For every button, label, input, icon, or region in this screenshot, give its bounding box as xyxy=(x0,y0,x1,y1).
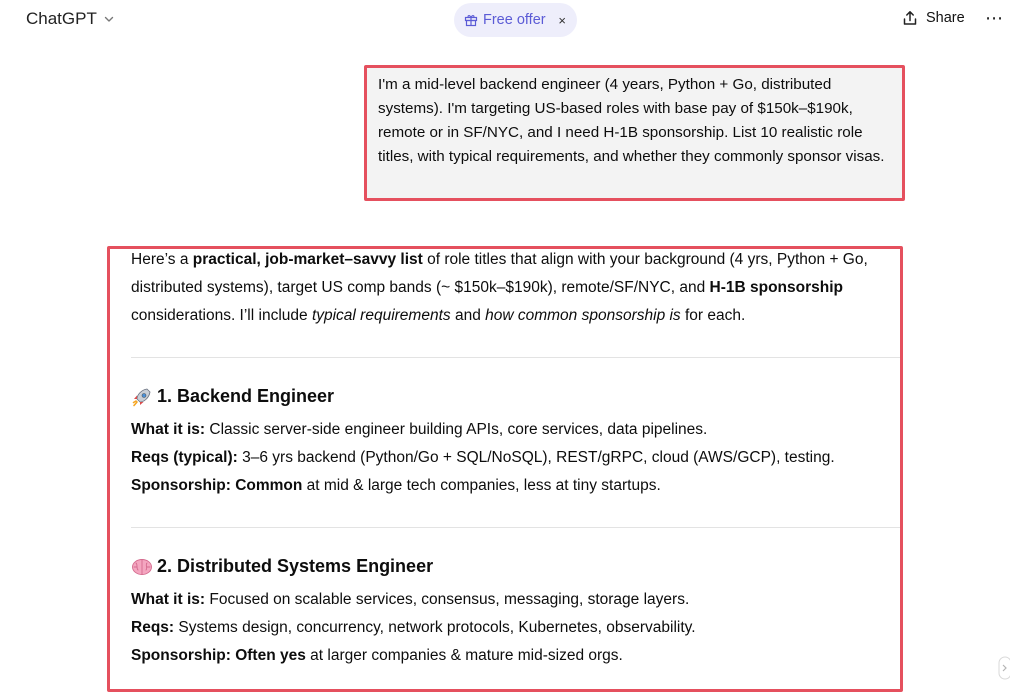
role-what-it-is: What it is: Classic server-side engineer… xyxy=(131,421,708,438)
chevron-down-icon xyxy=(104,16,114,22)
close-offer-button[interactable]: × xyxy=(558,13,566,28)
top-bar: ChatGPT Free offer × Share ⋯ xyxy=(0,0,1010,40)
role-section-1: 1. Backend Engineer What it is: Classic … xyxy=(131,386,881,500)
role-requirements: Reqs: Systems design, concurrency, netwo… xyxy=(131,619,696,636)
brain-icon xyxy=(132,558,152,575)
more-options-button[interactable]: ⋯ xyxy=(985,8,1003,29)
share-icon xyxy=(903,11,917,25)
role-what-it-is: What it is: Focused on scalable services… xyxy=(131,591,690,608)
role-heading: 1. Backend Engineer xyxy=(131,386,881,407)
divider xyxy=(131,527,900,528)
assistant-response: Here’s a practical, job-market–savvy lis… xyxy=(107,246,903,692)
user-message-bubble: I'm a mid-level backend engineer (4 year… xyxy=(364,65,905,201)
scroll-grip-icon[interactable] xyxy=(996,655,1010,681)
role-sponsorship: Sponsorship: Often yes at larger compani… xyxy=(131,647,623,664)
gift-icon xyxy=(464,15,478,27)
free-offer-pill[interactable]: Free offer × xyxy=(454,3,577,37)
role-section-2: 2. Distributed Systems Engineer What it … xyxy=(131,556,881,670)
role-requirements: Reqs (typical): 3–6 yrs backend (Python/… xyxy=(131,449,835,466)
model-name: ChatGPT xyxy=(26,9,97,28)
model-selector-button[interactable]: ChatGPT xyxy=(26,9,115,29)
rocket-icon xyxy=(132,388,151,406)
role-heading: 2. Distributed Systems Engineer xyxy=(131,556,881,577)
response-intro: Here’s a practical, job-market–savvy lis… xyxy=(131,251,868,324)
share-button[interactable]: Share xyxy=(902,10,965,26)
share-label: Share xyxy=(926,10,965,26)
role-sponsorship: Sponsorship: Common at mid & large tech … xyxy=(131,477,661,494)
free-offer-label: Free offer xyxy=(483,12,546,28)
divider xyxy=(131,357,900,358)
